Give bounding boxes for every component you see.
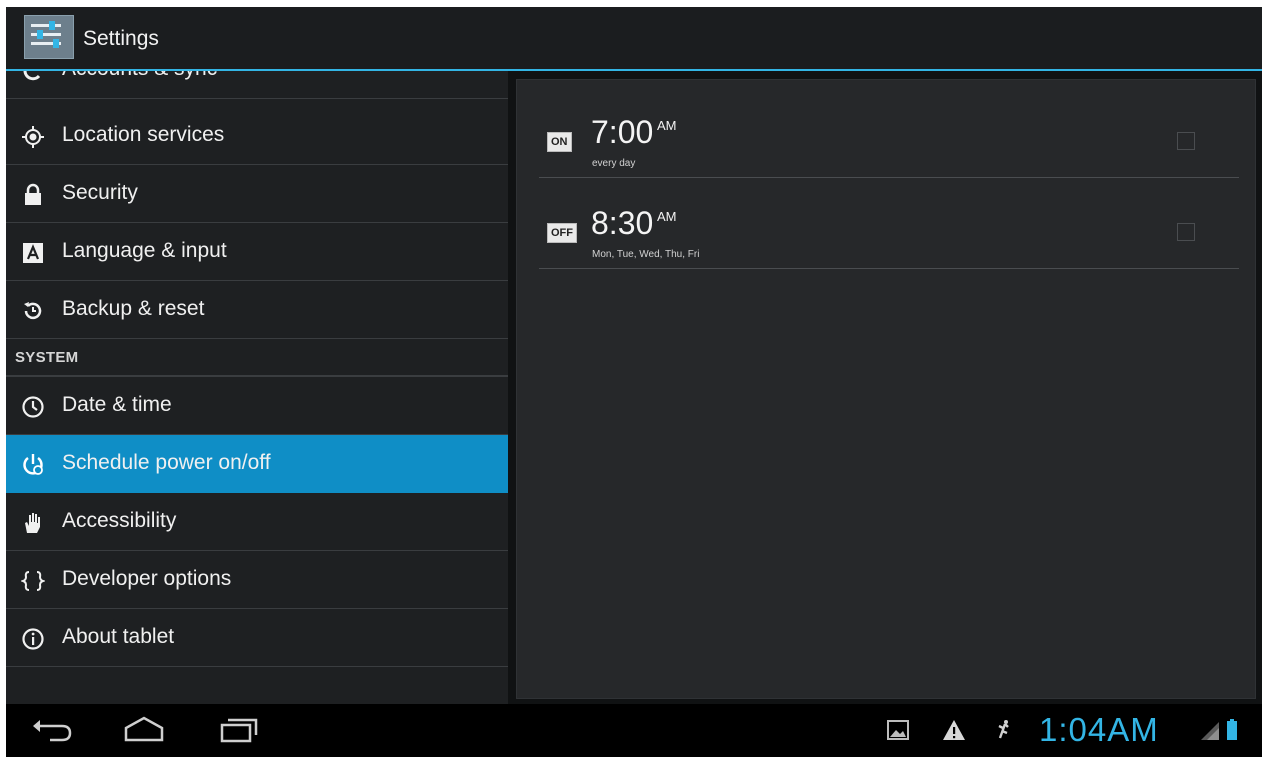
page-title: Settings [83,27,159,50]
system-bar: 1:04AM [6,704,1262,757]
warning-icon[interactable] [942,718,966,742]
sync-icon [23,71,41,81]
home-icon[interactable] [122,714,166,744]
settings-app-icon[interactable] [24,15,74,59]
action-bar: Settings [6,7,1262,71]
schedule-time: 7:00 [591,114,654,150]
info-icon [22,628,44,650]
settings-list: Accounts & sync Location services Securi… [6,71,508,704]
schedule-list: ON 7:00 AM every day OFF 8:30 AM Mon, Tu… [516,79,1256,699]
schedule-power-icon [23,454,43,475]
schedule-ampm: AM [657,209,677,224]
status-clock[interactable]: 1:04AM [1039,711,1159,749]
schedule-time: 8:30 [591,205,654,241]
sidebar-item-label: Backup & reset [62,297,205,320]
sidebar-item-label: Language & input [62,239,227,262]
divider [6,98,508,99]
tablet-screen: Settings Accounts & sync Location servic… [6,7,1262,757]
usb-debug-icon[interactable] [992,718,1016,742]
sidebar-item-label: Schedule power on/off [62,451,271,474]
sidebar-item-language-input[interactable]: Language & input [6,223,508,281]
sidebar-item-label: Accessibility [62,509,177,532]
sidebar-item-date-time[interactable]: Date & time [6,377,508,435]
backup-reset-icon [24,302,42,320]
sidebar-item-schedule-power[interactable]: Schedule power on/off [6,435,508,493]
sidebar-item-security[interactable]: Security [6,165,508,223]
sidebar-item-accounts-sync[interactable]: Accounts & sync [6,71,508,99]
schedule-ampm: AM [657,118,677,133]
hand-icon [25,513,40,533]
recent-apps-icon[interactable] [216,714,260,744]
clock-icon [22,396,44,418]
picture-icon[interactable] [886,718,910,742]
schedule-enable-checkbox[interactable] [1177,132,1195,150]
schedule-repeat: Mon, Tue, Wed, Thu, Fri [592,249,700,260]
sidebar-item-label: Security [62,181,138,204]
sidebar-item-label: Accounts & sync [62,71,217,81]
divider [6,666,508,667]
divider [539,268,1239,269]
braces-icon [21,571,45,591]
sidebar-item-developer-options[interactable]: Developer options [6,551,508,609]
power-state-badge: OFF [547,223,577,243]
power-state-badge: ON [547,132,572,152]
schedule-repeat: every day [592,158,636,169]
schedule-item-off[interactable]: OFF 8:30 AM Mon, Tue, Wed, Thu, Fri [539,179,1239,269]
sidebar-item-backup-reset[interactable]: Backup & reset [6,281,508,339]
section-header-system: SYSTEM [6,339,508,377]
sidebar-item-about-tablet[interactable]: About tablet [6,609,508,667]
divider [539,177,1239,178]
language-icon [23,243,43,263]
sidebar-item-accessibility[interactable]: Accessibility [6,493,508,551]
sidebar-item-label: Developer options [62,567,232,590]
sidebar-item-location-services[interactable]: Location services [6,107,508,165]
sidebar-item-label: Date & time [62,393,172,416]
schedule-item-on[interactable]: ON 7:00 AM every day [539,88,1239,178]
back-icon[interactable] [30,714,74,744]
sidebar-item-label: About tablet [62,625,175,648]
signal-battery-icon[interactable] [1199,718,1243,742]
schedule-enable-checkbox[interactable] [1177,223,1195,241]
sidebar-item-label: Location services [62,123,225,146]
section-label: SYSTEM [15,349,79,366]
lock-icon [25,183,41,205]
location-icon [22,126,44,148]
